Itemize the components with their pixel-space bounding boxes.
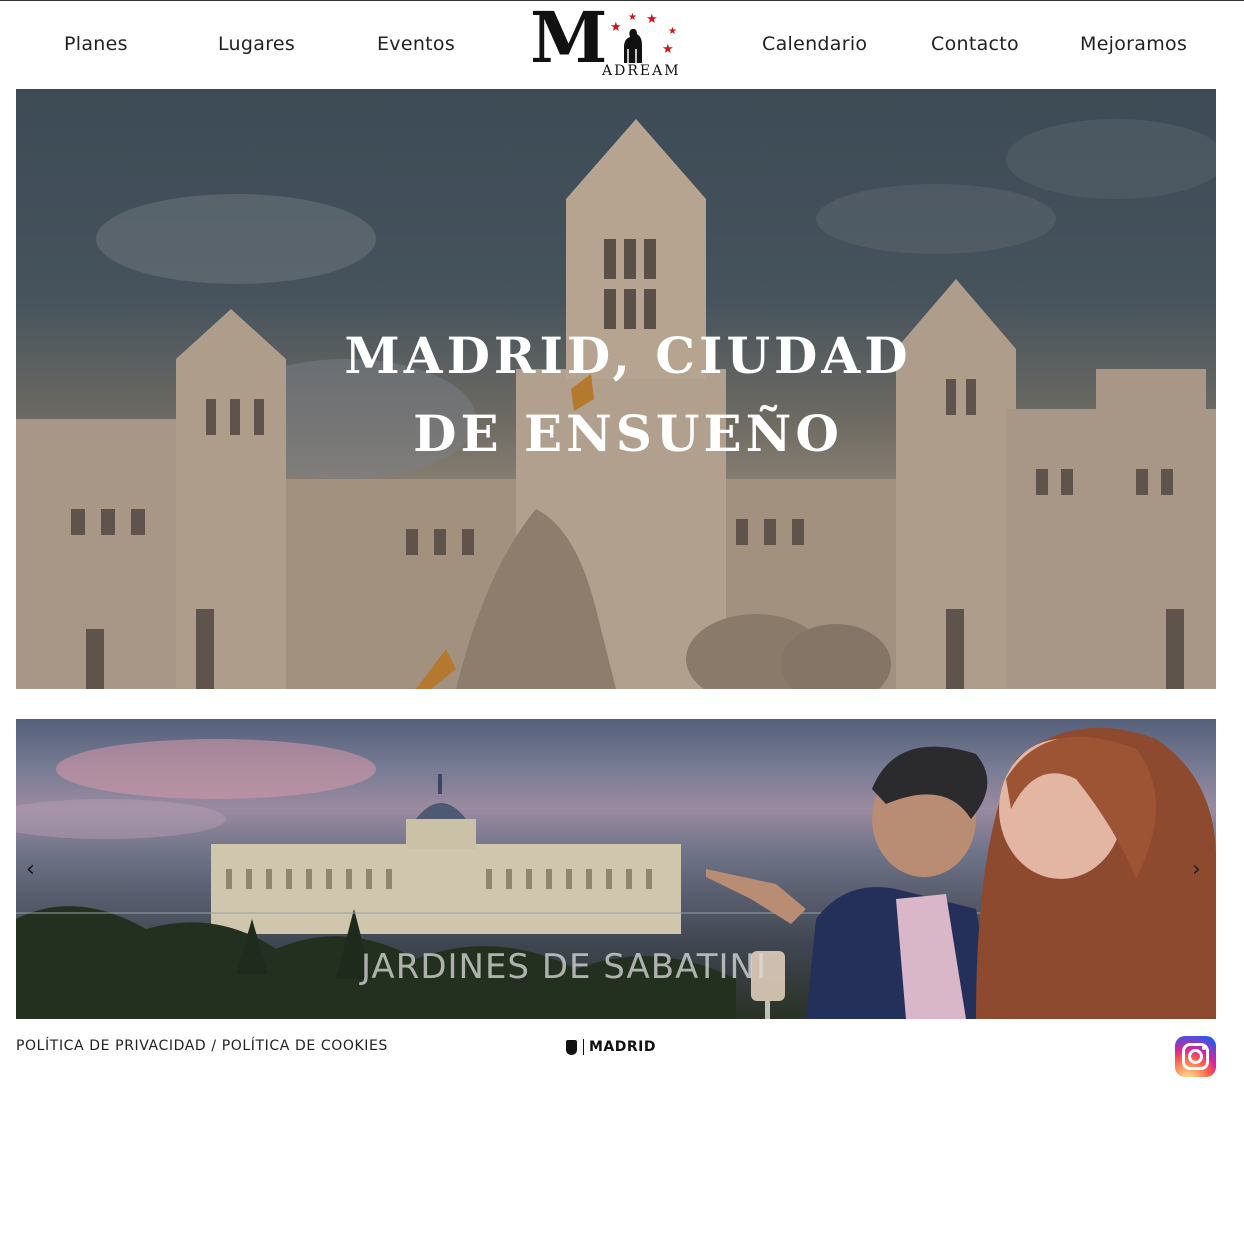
main-nav: Planes Lugares Eventos M ADREAM ★ ★ ★ ★ … [0, 1, 1244, 89]
legal-separator: / [206, 1038, 222, 1054]
bear-statue-icon [624, 28, 642, 63]
hero-title-line1: MADRID, CIUDAD [344, 326, 912, 385]
star-icon: ★ [646, 12, 658, 27]
madrid-crest-icon [566, 1039, 577, 1055]
site-logo[interactable]: M ADREAM ★ ★ ★ ★ ★ [530, 3, 706, 85]
image-carousel[interactable]: JARDINES DE SABATINI ‹ › [16, 719, 1216, 1019]
madrid-city-logo[interactable]: MADRID [566, 1038, 656, 1056]
madrid-label: MADRID [589, 1039, 656, 1055]
madrid-logo-divider [583, 1039, 584, 1055]
carousel-next-button[interactable]: › [1192, 857, 1201, 882]
nav-calendario[interactable]: Calendario [762, 33, 867, 55]
hero-title-line2: DE ENSUEÑO [413, 404, 843, 463]
instagram-dot [1202, 1046, 1206, 1050]
instagram-icon[interactable] [1175, 1036, 1216, 1077]
star-icon: ★ [610, 20, 622, 35]
hero-banner: MADRID, CIUDAD DE ENSUEÑO [16, 89, 1216, 689]
nav-contacto[interactable]: Contacto [931, 33, 1019, 55]
star-icon: ★ [668, 26, 677, 37]
logo-initial: M [530, 0, 608, 79]
legal-links: POLÍTICA DE PRIVACIDAD / POLÍTICA DE COO… [16, 1038, 388, 1054]
slide-sign-text: JARDINES DE SABATINI [361, 947, 767, 987]
star-icon: ★ [662, 42, 674, 57]
site-footer: POLÍTICA DE PRIVACIDAD / POLÍTICA DE COO… [0, 1030, 1244, 1080]
nav-planes[interactable]: Planes [64, 33, 128, 55]
star-icon: ★ [628, 12, 637, 23]
instagram-lens [1188, 1049, 1203, 1064]
logo-wordmark: ADREAM [602, 63, 681, 79]
hero-title: MADRID, CIUDAD DE ENSUEÑO [16, 317, 1216, 473]
nav-mejoramos[interactable]: Mejoramos [1080, 33, 1187, 55]
carousel-prev-button[interactable]: ‹ [26, 857, 35, 882]
nav-lugares[interactable]: Lugares [218, 33, 295, 55]
cookies-policy-link[interactable]: POLÍTICA DE COOKIES [222, 1038, 388, 1054]
privacy-policy-link[interactable]: POLÍTICA DE PRIVACIDAD [16, 1038, 206, 1054]
nav-eventos[interactable]: Eventos [377, 33, 455, 55]
